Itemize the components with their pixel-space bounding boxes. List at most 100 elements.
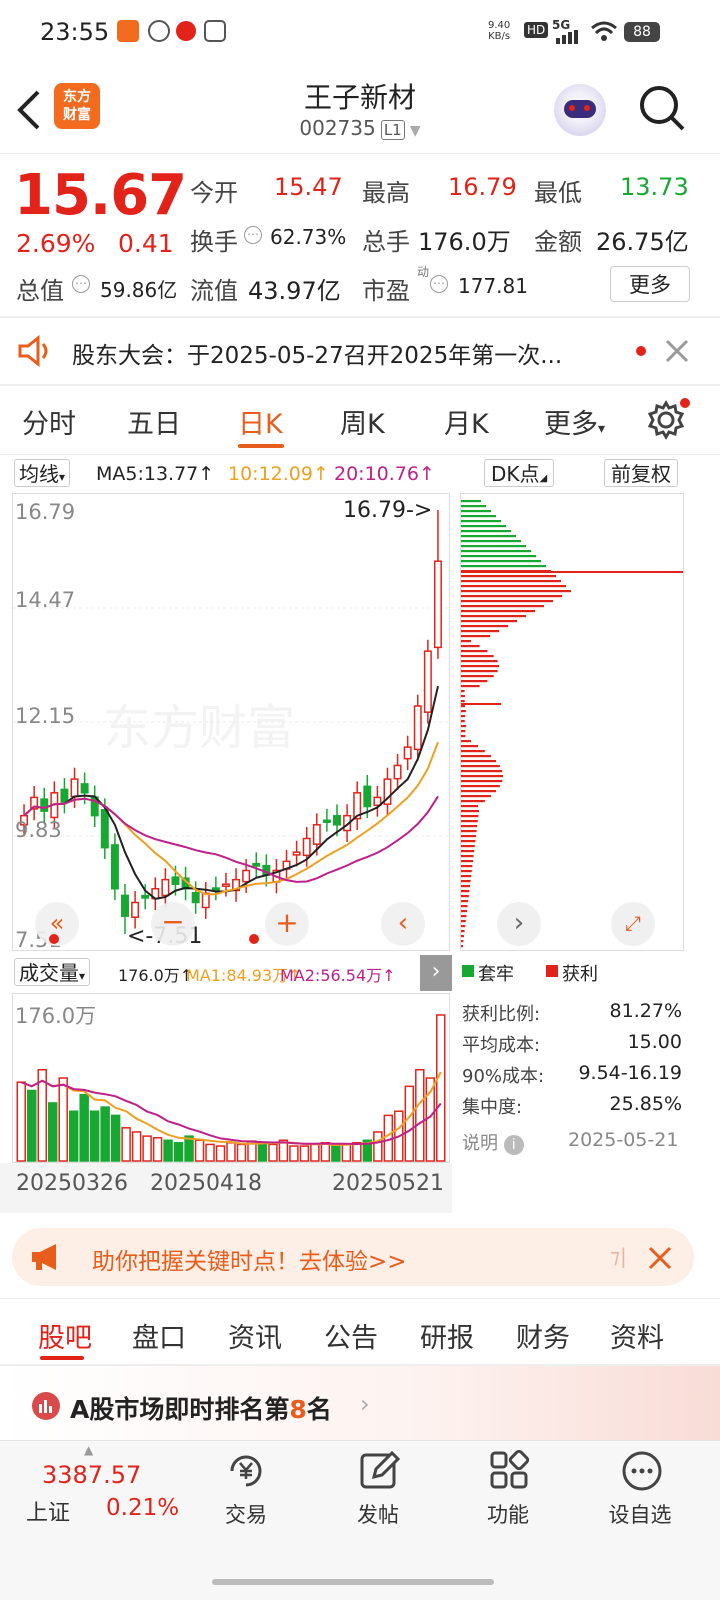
chip-bar: [461, 680, 487, 682]
chip-distribution-chart[interactable]: › ⤢: [460, 493, 684, 951]
explain-link[interactable]: 说明 i: [462, 1129, 524, 1155]
chevron-right-icon: ›: [360, 1390, 370, 1418]
volume-bar: [290, 1146, 298, 1161]
kline-chart[interactable]: 东方财富 16.79 14.47 12.15 9.83 7.51 16.79->…: [12, 493, 450, 951]
tab-daily-k[interactable]: 日K: [238, 402, 283, 441]
index-name[interactable]: 上证: [26, 1495, 70, 1527]
ranking-banner[interactable]: A股市场即时排名第8名 ›: [0, 1366, 720, 1440]
y-label-max: 16.79: [15, 500, 75, 524]
volume-indicator-selector[interactable]: 成交量▾: [14, 958, 90, 986]
candle-body: [243, 870, 249, 881]
chip-bar: [461, 870, 472, 872]
nav-trade[interactable]: 交易: [206, 1447, 286, 1537]
chip-bar: [461, 780, 502, 782]
candle-body: [253, 864, 259, 866]
battery-icon: 88: [624, 22, 660, 42]
ma5-text: MA5:13.77↑: [96, 463, 214, 485]
index-value[interactable]: 3387.57: [42, 1461, 141, 1489]
chip-date: 2025-05-21: [568, 1129, 678, 1151]
open-label: 今开: [190, 173, 238, 208]
tab-more[interactable]: 更多▾: [544, 402, 605, 441]
tab-monthly-k[interactable]: 月K: [444, 402, 489, 441]
date-label: 20250418: [150, 1171, 262, 1196]
stock-code: 002735: [299, 116, 375, 140]
chip-bar: [461, 840, 475, 842]
info-icon[interactable]: ⋯: [72, 275, 90, 293]
chip-bar: [461, 670, 498, 672]
robot-assistant-avatar[interactable]: [554, 84, 606, 136]
chip-bar: [461, 650, 487, 652]
chip-bar: [461, 540, 521, 542]
stock-code-row[interactable]: 002735 L1 ▼: [0, 116, 720, 140]
tab-market[interactable]: 盘口: [132, 1316, 186, 1355]
volume-bar: [332, 1146, 340, 1161]
index-pct[interactable]: 0.21%: [106, 1495, 179, 1521]
nav-functions[interactable]: 功能: [468, 1447, 548, 1537]
dk-point-selector[interactable]: DK点◢: [484, 459, 554, 487]
chip-next-button[interactable]: ›: [497, 902, 541, 946]
chip-bar: [461, 930, 465, 932]
chip-bar: [461, 595, 562, 597]
tab-forum[interactable]: 股吧: [38, 1316, 92, 1355]
legend-profit-swatch: [546, 965, 558, 977]
profit-ratio-label: 获利比例:: [462, 1000, 540, 1026]
chip-bar: [461, 550, 531, 552]
volume-bar: [49, 1103, 57, 1161]
chip-bar: [461, 635, 490, 637]
candle-body: [293, 852, 299, 855]
nav-post[interactable]: 发帖: [338, 1447, 418, 1537]
search-icon[interactable]: [638, 84, 686, 134]
info-icon[interactable]: ⋯: [430, 275, 448, 293]
chip-bar: [461, 770, 502, 772]
volume-bar: [258, 1143, 266, 1161]
tab-announcements[interactable]: 公告: [324, 1316, 378, 1355]
candle-body: [132, 902, 138, 917]
stock-header: 东方 财富 王子新材 002735 L1 ▼: [0, 66, 720, 156]
tab-news[interactable]: 资讯: [228, 1316, 282, 1355]
tab-profile[interactable]: 资料: [610, 1316, 664, 1355]
volume-chart[interactable]: 176.0万: [12, 993, 450, 1163]
tab-research[interactable]: 研报: [420, 1316, 474, 1355]
tab-five-day[interactable]: 五日: [127, 402, 181, 441]
indicator-selector[interactable]: 均线▾: [14, 459, 70, 487]
watermark: 东方财富: [103, 702, 295, 755]
zoom-out-button[interactable]: −: [151, 902, 195, 946]
chip-bar: [461, 515, 496, 517]
chip-bar: [461, 845, 475, 847]
nav-add-watchlist[interactable]: 设自选: [600, 1447, 680, 1537]
date-label: 20250521: [332, 1171, 444, 1196]
close-icon[interactable]: [648, 1246, 672, 1270]
chip-bar: [461, 700, 465, 702]
chip-bar: [461, 685, 480, 687]
cost90-label: 90%成本:: [462, 1062, 544, 1088]
close-icon[interactable]: [664, 338, 690, 364]
chip-bar: [461, 795, 491, 797]
info-icon[interactable]: ⋯: [244, 226, 262, 244]
expand-right-arrow-icon[interactable]: ›: [420, 955, 452, 991]
promo-banner[interactable]: 助你把握关键时点！去体验>> ⁊|: [12, 1228, 694, 1286]
event-dot[interactable]: [49, 934, 59, 944]
scroll-left-button[interactable]: ‹: [381, 902, 425, 946]
high-label: 最高: [362, 173, 410, 208]
chip-bar: [461, 860, 473, 862]
chip-bar: [461, 590, 571, 592]
tab-weekly-k[interactable]: 周K: [340, 402, 385, 441]
chip-bar: [461, 525, 506, 527]
event-dot[interactable]: [249, 934, 259, 944]
tab-intraday[interactable]: 分时: [22, 402, 76, 441]
volume-label: 总手: [362, 222, 410, 257]
volume-bar: [227, 1143, 235, 1161]
more-circle-icon: [620, 1449, 664, 1493]
chip-bar: [461, 675, 494, 677]
low-value: 13.73: [620, 173, 689, 201]
volume-bar: [112, 1115, 120, 1161]
chip-bar: [461, 755, 491, 757]
expand-icon[interactable]: ⤢: [611, 902, 655, 946]
more-button[interactable]: 更多: [610, 266, 690, 302]
forward-adjust-button[interactable]: 前复权: [604, 459, 678, 487]
chip-bar: [461, 565, 546, 567]
tab-financials[interactable]: 财务: [516, 1316, 570, 1355]
zoom-in-button[interactable]: +: [265, 902, 309, 946]
promo-separator: ⁊|: [610, 1244, 627, 1268]
notice-bar[interactable]: 股东大会：于2025-05-27召开2025年第一次...: [0, 318, 720, 384]
